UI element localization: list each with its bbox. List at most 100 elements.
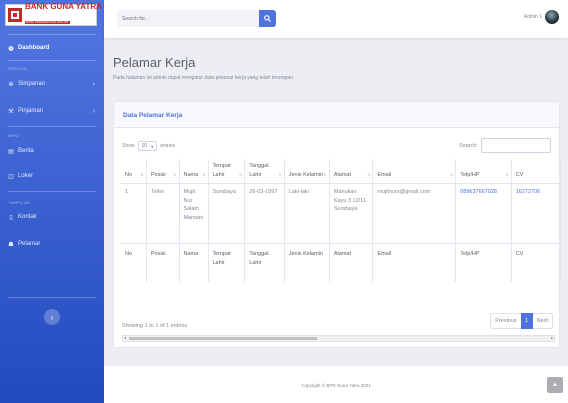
- table-header-row: No ⇅ Posisi ⇅ Nama ⇅ Tempat Lahir ⇅ Tanggal …: [121, 159, 561, 185]
- scroll-left-icon[interactable]: ◂: [124, 335, 126, 340]
- sidebar-divider: [8, 126, 96, 127]
- column-header[interactable]: No ⇅: [121, 159, 147, 185]
- table-search-input[interactable]: [481, 138, 551, 153]
- table-cell: Teller: [146, 183, 180, 244]
- user-name: Admin 1: [523, 14, 542, 20]
- table-footer-row: No Posisi Nama Tempat Lahir Tanggal Lahi…: [121, 243, 561, 282]
- search-button[interactable]: [259, 10, 276, 27]
- column-footer: Alamat: [329, 243, 374, 282]
- table-cell: 089637667028: [455, 183, 512, 244]
- scrollbar-thumb[interactable]: [129, 337, 317, 340]
- sidebar-divider: [8, 297, 96, 298]
- sidebar-item-loker[interactable]: ◫ Loker: [0, 169, 104, 183]
- sidebar-item-label: Loker: [18, 173, 34, 179]
- briefcase-icon: ◫: [8, 173, 14, 180]
- previous-page-button[interactable]: Previous: [490, 313, 521, 329]
- entries-select-value: 10: [141, 143, 148, 149]
- sidebar-item-simpanan[interactable]: ✻ Simpanan ›: [0, 77, 104, 91]
- next-page-button[interactable]: Next: [532, 313, 553, 329]
- column-header[interactable]: Email ⇅: [372, 159, 457, 185]
- dashboard-icon: ◍: [8, 45, 14, 52]
- table-cell: Manukan Kayu 3 12/11 Surabaya: [329, 183, 374, 244]
- sidebar-item-label: Berita: [18, 148, 34, 154]
- entries-select[interactable]: 10 ▾: [137, 141, 158, 151]
- footer: Copyright © BPR Guna Yatra 2021: [104, 366, 568, 403]
- table-row: 1 Teller Mujit Nur Salam Marsani Surabay…: [121, 183, 561, 244]
- column-footer: Email: [372, 243, 457, 282]
- page-1-button[interactable]: 1: [520, 313, 533, 329]
- table-cell: Mujit Nur Salam Marsani: [179, 183, 209, 244]
- topbar: Admin 1: [104, 0, 568, 38]
- sidebar-divider: [8, 60, 96, 61]
- scroll-right-icon[interactable]: ▸: [551, 335, 553, 340]
- sidebar-item-label: Pelamar: [18, 241, 41, 247]
- column-header[interactable]: Alamat ⇅: [329, 159, 374, 185]
- brand-name: BANK GUNA YATRA: [25, 2, 102, 11]
- table-cell: 26-03-1997: [244, 183, 285, 244]
- sidebar-item-kontak[interactable]: ▯ Kontak: [0, 210, 104, 224]
- newspaper-icon: ▤: [8, 148, 14, 155]
- column-header[interactable]: Jenis Kelamin ⇅: [284, 159, 330, 185]
- column-footer: No: [121, 243, 147, 282]
- column-footer: Tempat Lahir: [208, 243, 246, 282]
- table-cell: mujitnurs@gmail.com: [372, 183, 457, 244]
- column-footer: Telp/HP: [455, 243, 512, 282]
- column-header[interactable]: Tempat Lahir ⇅: [208, 159, 246, 185]
- sidebar-toggle-button[interactable]: ‹: [44, 309, 60, 325]
- chevron-up-icon: ▲: [552, 382, 558, 388]
- sidebar-item-berita[interactable]: ▤ Berita: [0, 144, 104, 158]
- sidebar-item-pelamar[interactable]: ☗ Pelamar: [0, 237, 104, 251]
- data-table: No ⇅ Posisi ⇅ Nama ⇅ Tempat Lahir ⇅ Tanggal …: [121, 159, 561, 282]
- sidebar-heading-tampilan: TAMPILAN: [8, 200, 31, 205]
- table-cell: 1: [121, 183, 147, 244]
- column-footer: Posisi: [146, 243, 180, 282]
- data-card: Data Pelamar Kerja Show 10 ▾ entries Sea…: [113, 101, 561, 348]
- sidebar-item-dashboard[interactable]: ◍ Dashboard: [0, 41, 104, 55]
- column-header[interactable]: Tanggal Lahir ⇅: [244, 159, 285, 185]
- pagination: Previous 1 Next: [490, 313, 553, 329]
- scroll-to-top-button[interactable]: ▲: [547, 377, 563, 393]
- sidebar-item-label: Pinjaman: [18, 108, 44, 114]
- chevron-right-icon: ›: [92, 107, 95, 115]
- card-title: Data Pelamar Kerja: [114, 102, 559, 128]
- column-header[interactable]: Nama ⇅: [179, 159, 209, 185]
- table-cell: Laki-laki: [284, 183, 330, 244]
- column-header[interactable]: Telp/HP ⇅: [455, 159, 512, 185]
- sidebar: BANK GUNA YATRA BANK PERKREDITAN RAKYAT …: [0, 0, 104, 403]
- brand-logo[interactable]: BANK GUNA YATRA BANK PERKREDITAN RAKYAT: [5, 3, 102, 26]
- copyright-text: Copyright © BPR Guna Yatra 2021: [301, 383, 371, 388]
- page-title: Pelamar Kerja: [113, 55, 196, 70]
- brand-subtitle: BANK PERKREDITAN RAKYAT: [25, 20, 70, 24]
- sidebar-item-label: Kontak: [18, 214, 37, 220]
- avatar: [545, 10, 559, 24]
- sidebar-divider: [8, 34, 96, 35]
- column-footer: Jenis Kelamin: [284, 243, 330, 282]
- show-label: Show: [122, 143, 135, 149]
- cv-link[interactable]: 16272706: [511, 183, 561, 244]
- search-input[interactable]: [117, 10, 259, 27]
- column-header[interactable]: CV: [511, 159, 561, 185]
- column-footer: Nama: [179, 243, 209, 282]
- chevron-right-icon: ›: [92, 80, 95, 88]
- wrench-icon: ⚒: [8, 108, 14, 115]
- sidebar-heading-info: INFO: [8, 133, 19, 138]
- gear-icon: ✻: [8, 81, 14, 88]
- sidebar-item-pinjaman[interactable]: ⚒ Pinjaman ›: [0, 104, 104, 118]
- table-search-label: Search:: [459, 142, 478, 149]
- table-info: Showing 1 to 1 of 1 entries: [122, 323, 188, 329]
- entries-length-control: Show 10 ▾ entries: [122, 141, 175, 151]
- table-wrapper: No ⇅ Posisi ⇅ Nama ⇅ Tempat Lahir ⇅ Tanggal …: [121, 159, 561, 282]
- column-header[interactable]: Posisi ⇅: [146, 159, 180, 185]
- entries-label: entries: [160, 143, 176, 149]
- sidebar-heading-produk: PRODUK: [8, 66, 27, 71]
- bank-logo-icon: [8, 8, 22, 22]
- page-description: Pada halaman ini admin dapat mengatur da…: [113, 75, 295, 81]
- horizontal-scrollbar[interactable]: ◂ ▸: [122, 335, 555, 342]
- table-cell: Surabaya: [208, 183, 246, 244]
- user-menu[interactable]: Admin 1: [524, 10, 559, 24]
- column-footer: Tanggal Lahir: [244, 243, 285, 282]
- users-icon: ☗: [8, 241, 14, 248]
- sidebar-item-label: Dashboard: [18, 45, 50, 51]
- table-search: Search:: [459, 138, 551, 153]
- search-icon: [264, 15, 271, 22]
